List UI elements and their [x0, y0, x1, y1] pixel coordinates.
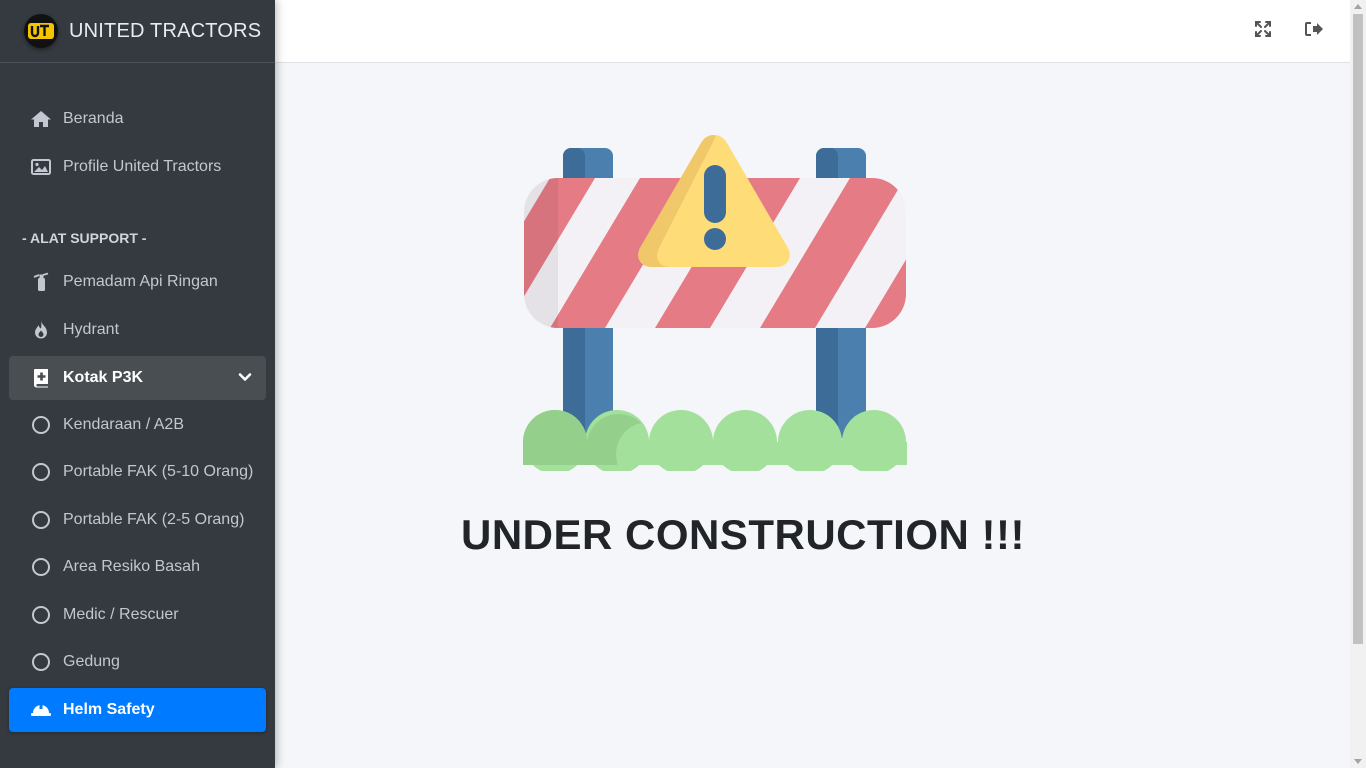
sidebar-item-hydrant[interactable]: Hydrant	[9, 308, 266, 352]
sidebar-item-label: Kotak P3K	[63, 369, 144, 386]
top-navbar	[275, 0, 1350, 63]
nav-section-header: - ALAT SUPPORT -	[22, 230, 147, 246]
sidebar-item-label: Gedung	[63, 653, 120, 670]
sidebar-item-label: Portable FAK (5-10 Orang)	[63, 463, 254, 480]
circle-icon	[30, 509, 52, 531]
main-content: UNDER CONSTRUCTION !!!	[275, 63, 1350, 768]
brand-link[interactable]: UNITED TRACTORS	[0, 0, 275, 63]
sidebar-item-label: Hydrant	[63, 321, 120, 338]
brand-name: UNITED TRACTORS	[69, 19, 262, 42]
scroll-down-arrow[interactable]	[1354, 759, 1362, 764]
sidebar-item-label: Kendaraan / A2B	[63, 416, 184, 433]
sign-out-icon	[1304, 21, 1324, 42]
expand-icon	[1254, 20, 1272, 43]
circle-icon	[30, 556, 52, 578]
sidebar-item-pemadam-api-ringan[interactable]: Pemadam Api Ringan	[9, 260, 266, 304]
sidebar-subitem-medic-rescuer[interactable]: Medic / Rescuer	[9, 593, 266, 637]
medical-book-icon	[30, 367, 52, 389]
sidebar-item-label: Helm Safety	[63, 701, 155, 718]
fullscreen-button[interactable]	[1252, 20, 1274, 42]
sidebar-subitem-portable-fak-2-5[interactable]: Portable FAK (2-5 Orang)	[9, 498, 266, 542]
image-icon	[30, 156, 52, 178]
home-icon	[30, 108, 52, 130]
sidebar-item-label: Profile United Tractors	[63, 158, 222, 175]
sidebar-item-label: Beranda	[63, 110, 124, 127]
united-tractors-logo	[24, 14, 58, 48]
fire-extinguisher-icon	[30, 271, 52, 293]
sidebar-item-profile[interactable]: Profile United Tractors	[9, 145, 266, 189]
sidebar-subitem-kendaraan-a2b[interactable]: Kendaraan / A2B	[9, 403, 266, 447]
hard-hat-icon	[30, 699, 52, 721]
sidebar-subitem-portable-fak-5-10[interactable]: Portable FAK (5-10 Orang)	[9, 450, 266, 494]
sidebar-subitem-area-resiko-basah[interactable]: Area Resiko Basah	[9, 545, 266, 589]
sidebar: UNITED TRACTORS Beranda Profile United T…	[0, 0, 275, 768]
circle-icon	[30, 461, 52, 483]
under-construction-barrier-illustration	[523, 135, 907, 471]
scrollbar-thumb[interactable]	[1353, 14, 1363, 644]
sidebar-item-helm-safety[interactable]: Helm Safety	[9, 688, 266, 732]
sidebar-subitem-gedung[interactable]: Gedung	[9, 640, 266, 684]
fire-icon	[30, 319, 52, 341]
sidebar-item-label: Pemadam Api Ringan	[63, 273, 218, 290]
sidebar-item-label: Area Resiko Basah	[63, 558, 200, 575]
page-scrollbar[interactable]	[1350, 0, 1366, 768]
circle-icon	[30, 651, 52, 673]
under-construction-message: UNDER CONSTRUCTION !!!	[461, 511, 1025, 558]
sidebar-item-beranda[interactable]: Beranda	[9, 97, 266, 141]
sidebar-item-label: Portable FAK (2-5 Orang)	[63, 511, 245, 528]
sidebar-item-label: Medic / Rescuer	[63, 606, 179, 623]
chevron-down-icon	[238, 370, 252, 389]
sidebar-item-kotak-p3k[interactable]: Kotak P3K	[9, 356, 266, 400]
scroll-up-arrow[interactable]	[1354, 4, 1362, 9]
circle-icon	[30, 604, 52, 626]
circle-icon	[30, 414, 52, 436]
logout-button[interactable]	[1303, 20, 1325, 42]
